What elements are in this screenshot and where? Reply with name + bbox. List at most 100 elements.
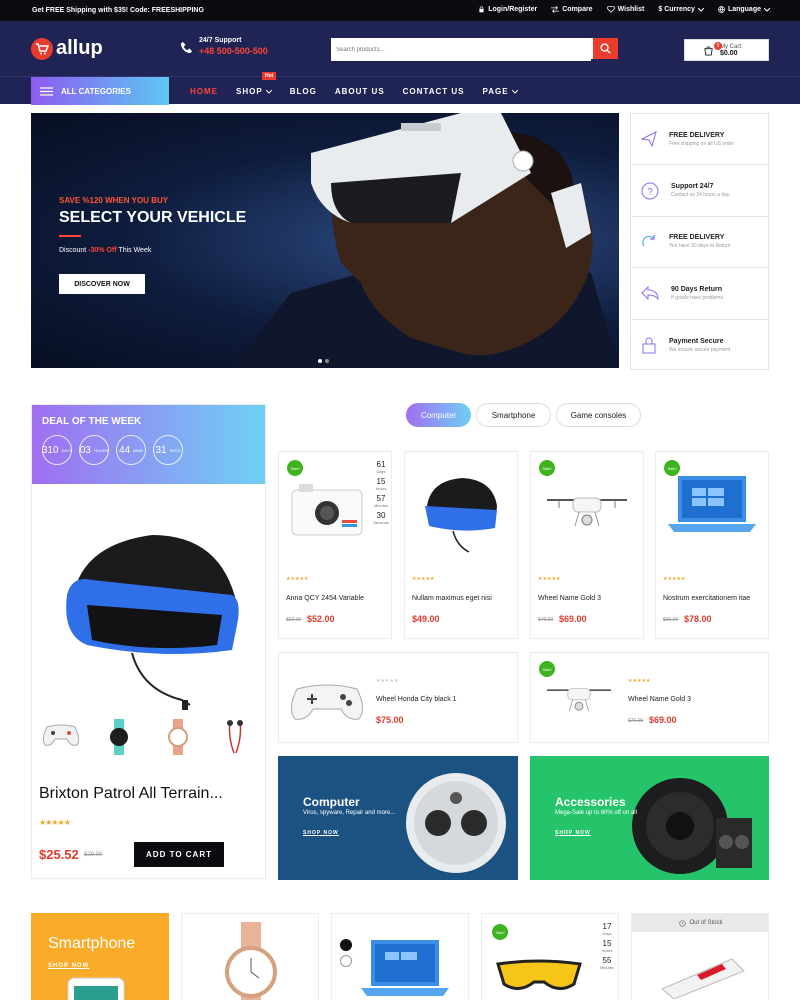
hero-slider[interactable]: SAVE %120 WHEN YOU BUY SELECT YOUR VEHIC… xyxy=(31,113,619,368)
instant-camera-image xyxy=(291,484,363,536)
header: allup 24/7 Support +48 500-500-500 0 My … xyxy=(0,21,800,76)
feature-subtitle: We ensure secure payment xyxy=(669,346,731,353)
compare-link[interactable]: Compare xyxy=(551,6,593,13)
slider-dots xyxy=(318,359,329,363)
smartwatch-thumbnail[interactable] xyxy=(99,717,139,757)
product-card[interactable]: Sale! 61 Days 15 Hours 57 Minutes 30 Seconds… xyxy=(278,451,392,639)
product-card[interactable] xyxy=(331,913,469,1000)
banner-title: Accessories xyxy=(555,795,626,809)
vr-headset-model-image xyxy=(231,113,619,368)
nav-item-home[interactable]: HOME xyxy=(190,87,218,96)
product-title[interactable]: Nullam maximus eget nisi xyxy=(412,595,492,602)
wristwatch-thumbnail[interactable] xyxy=(158,717,198,757)
nav-item-page-label: PAGE xyxy=(482,87,509,96)
deal-product-name[interactable]: Brixton Patrol All Terrain... xyxy=(39,785,223,803)
drone-image xyxy=(547,497,627,527)
phone-icon xyxy=(180,41,193,54)
chevron-down-icon xyxy=(764,7,770,12)
gamepad-image xyxy=(291,684,363,720)
color-swatch-white[interactable] xyxy=(340,955,352,967)
shop-now-link[interactable]: SHOP NOW xyxy=(48,963,89,969)
cart-button[interactable]: 0 My Cart: $0.00 xyxy=(684,39,769,61)
vr-headset-image[interactable] xyxy=(32,495,265,715)
language-dropdown[interactable]: Language xyxy=(718,6,770,13)
wishlist-link[interactable]: Wishlist xyxy=(606,6,644,13)
out-of-stock-bar: Out of Stock xyxy=(632,914,768,932)
nav-item-shop[interactable]: SHOP xyxy=(236,87,273,96)
computer-banner[interactable]: Computer Virus, spyware, Repair and more… xyxy=(278,756,518,880)
feature-item: 90 Days Return If goods have problems xyxy=(631,268,768,320)
logo[interactable]: allup xyxy=(31,37,103,60)
nav-item-about-us[interactable]: ABOUT US xyxy=(335,87,385,96)
product-card[interactable]: Sale! ★★★★★ Wheel Name Gold 3 $76.00 $69… xyxy=(530,652,769,743)
product-title[interactable]: Wheel Name Gold 3 xyxy=(628,696,691,703)
product-card[interactable]: Out of Stock xyxy=(631,913,769,1000)
cart-label: My Cart: xyxy=(720,43,743,50)
accessories-banner[interactable]: Accessories Mega-Sale up to 60% off on a… xyxy=(530,756,769,880)
countdown-cell: 17 Days xyxy=(597,922,617,936)
sale-badge: Sale! xyxy=(539,460,555,476)
product-card[interactable] xyxy=(181,913,319,1000)
countdown-value: 310 xyxy=(41,444,59,456)
product-old-price: $76.00 xyxy=(628,718,644,724)
support-block: 24/7 Support +48 500-500-500 xyxy=(180,37,268,56)
tab-computer[interactable]: Computer xyxy=(406,403,471,427)
slider-dot[interactable] xyxy=(318,359,322,363)
shop-now-link[interactable]: SHOP NOW xyxy=(555,830,591,836)
search-button[interactable] xyxy=(593,38,618,59)
tab-smartphone[interactable]: Smartphone xyxy=(476,403,551,427)
feature-title: 90 Days Return xyxy=(671,285,722,293)
rating-stars: ★★★★★ xyxy=(376,678,399,684)
shopping-bag-icon xyxy=(704,45,713,56)
banner-title: Smartphone xyxy=(48,935,136,952)
product-title[interactable]: Anna QCY 2454 Variable xyxy=(286,595,364,602)
nav-item-page[interactable]: PAGE xyxy=(482,87,519,96)
shop-now-link[interactable]: SHOP NOW xyxy=(303,830,339,836)
support-phone[interactable]: +48 500-500-500 xyxy=(199,46,268,56)
slider-dot[interactable] xyxy=(325,359,329,363)
product-title[interactable]: Wheel Name Gold 3 xyxy=(538,595,601,602)
countdown-unit: Hours xyxy=(601,948,613,953)
product-card[interactable]: Sale! 17 Days 15 Hours 55 Minutes xyxy=(481,913,619,1000)
countdown-value: 30 xyxy=(376,511,386,520)
countdown-unit: Seconds xyxy=(373,520,389,525)
compare-icon xyxy=(551,6,560,13)
countdown-unit: Hours xyxy=(375,486,387,491)
deal-price: $25.52 xyxy=(39,847,79,862)
rating-stars: ★★★★★ xyxy=(286,576,309,582)
globe-icon xyxy=(718,6,725,13)
login-register-link[interactable]: Login/Register xyxy=(478,6,537,13)
discover-now-button[interactable]: DISCOVER NOW xyxy=(59,274,145,294)
rating-stars: ★★★★★ xyxy=(538,576,561,582)
banner-subtitle: Mega-Sale up to 60% off on all xyxy=(555,810,637,816)
product-card[interactable]: ★★★★★ Wheel Honda City black 1 $75.00 xyxy=(278,652,518,743)
product-card[interactable]: ★★★★★ Nullam maximus eget nisi $49.00 xyxy=(404,451,518,639)
feature-subtitle: Free shipping on all US order xyxy=(669,140,735,147)
color-swatch-black[interactable] xyxy=(340,939,352,951)
countdown-cell: 30 Seconds xyxy=(371,511,391,525)
hero-divider xyxy=(59,235,81,237)
countdown-days: 310 DAYS xyxy=(42,435,72,465)
currency-dropdown[interactable]: $ Currency xyxy=(658,6,704,13)
smartphone-banner[interactable]: Smartphone SHOP NOW xyxy=(31,913,169,1000)
product-title[interactable]: Nostrum exercitationem itae xyxy=(663,595,750,602)
product-title[interactable]: Wheel Honda City black 1 xyxy=(376,696,457,703)
countdown-value: 17 xyxy=(602,922,612,931)
heart-icon xyxy=(606,6,615,13)
product-card[interactable]: Sale! ★★★★★ Wheel Name Gold 3 $76.00 $69… xyxy=(530,451,644,639)
nav-item-shop-label: SHOP xyxy=(236,87,263,96)
countdown-value: 15 xyxy=(602,939,612,948)
gamepad-thumbnail[interactable] xyxy=(41,717,81,753)
countdown-cell: 15 Hours xyxy=(597,939,617,953)
search-bar xyxy=(331,38,618,61)
feature-subtitle: You have 30 days to Return xyxy=(669,243,731,250)
nav-item-contact-us[interactable]: CONTACT US xyxy=(403,87,465,96)
search-input[interactable] xyxy=(331,39,591,61)
nav-item-blog[interactable]: BLOG xyxy=(290,87,317,96)
add-to-cart-button[interactable]: ADD TO CART xyxy=(134,842,224,867)
earphones-thumbnail[interactable] xyxy=(216,717,256,757)
product-card[interactable]: Sale! ★★★★★ Nostrum exercitationem itae … xyxy=(655,451,769,639)
tab-game-consoles[interactable]: Game consoles xyxy=(556,403,641,427)
all-categories-button[interactable]: ALL CATEGORIES xyxy=(31,77,169,105)
question-icon: ? xyxy=(641,182,659,200)
